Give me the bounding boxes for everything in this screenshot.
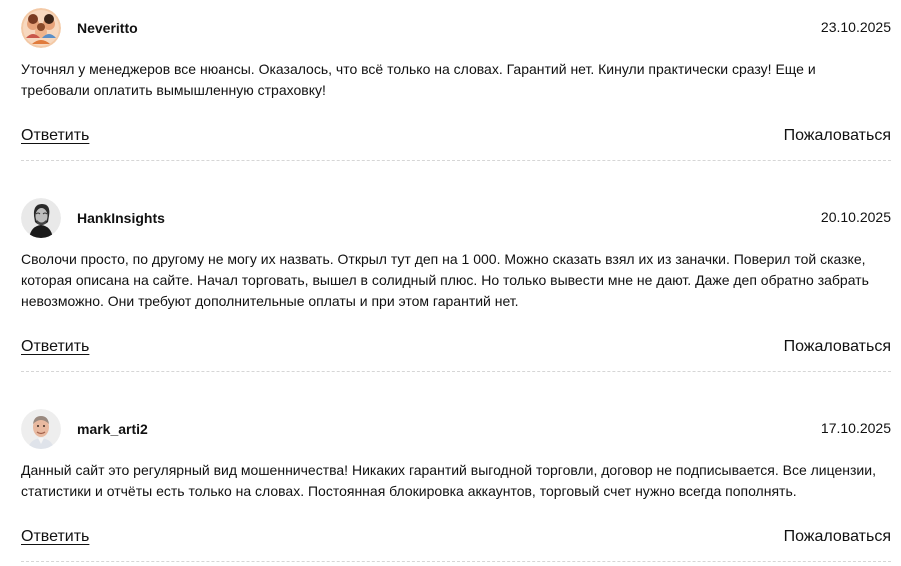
comment-divider	[21, 561, 891, 562]
comment-text: Уточнял у менеджеров все нюансы. Оказало…	[21, 61, 816, 98]
report-link[interactable]: Пожаловаться	[784, 527, 891, 547]
comment-actions: Ответить Пожаловаться	[21, 126, 891, 146]
comment-header: mark_arti2 17.10.2025	[21, 409, 891, 449]
reply-link[interactable]: Ответить	[21, 126, 89, 146]
comment-item: Neveritto 23.10.2025 Уточнял у менеджеро…	[21, 8, 891, 161]
comment-item: HankInsights 20.10.2025 Сволочи просто, …	[21, 198, 891, 372]
comment-date: 23.10.2025	[820, 19, 891, 35]
comment-text: Данный сайт это регулярный вид мошенниче…	[21, 462, 876, 499]
comment-text: Сволочи просто, по другому не могу их на…	[21, 251, 869, 309]
comment-author: mark_arti2	[77, 421, 148, 437]
bw-portrait-avatar-icon[interactable]	[21, 198, 61, 238]
comment-actions: Ответить Пожаловаться	[21, 337, 891, 357]
comment-item: mark_arti2 17.10.2025 Данный сайт это ре…	[21, 409, 891, 562]
comment-author: HankInsights	[77, 210, 165, 226]
comment-author: Neveritto	[77, 20, 138, 36]
reply-link[interactable]: Ответить	[21, 337, 89, 357]
comment-date: 17.10.2025	[820, 420, 891, 436]
comment-header: Neveritto 23.10.2025	[21, 8, 891, 48]
comments-list: Neveritto 23.10.2025 Уточнял у менеджеро…	[0, 0, 901, 566]
man-portrait-avatar-icon[interactable]	[21, 409, 61, 449]
comment-date: 20.10.2025	[820, 209, 891, 225]
report-link[interactable]: Пожаловаться	[784, 126, 891, 146]
report-link[interactable]: Пожаловаться	[784, 337, 891, 357]
comment-header: HankInsights 20.10.2025	[21, 198, 891, 238]
reply-link[interactable]: Ответить	[21, 527, 89, 547]
comment-divider	[21, 371, 891, 372]
comment-divider	[21, 160, 891, 161]
cartoon-family-avatar-icon[interactable]	[21, 8, 61, 48]
comment-actions: Ответить Пожаловаться	[21, 527, 891, 547]
